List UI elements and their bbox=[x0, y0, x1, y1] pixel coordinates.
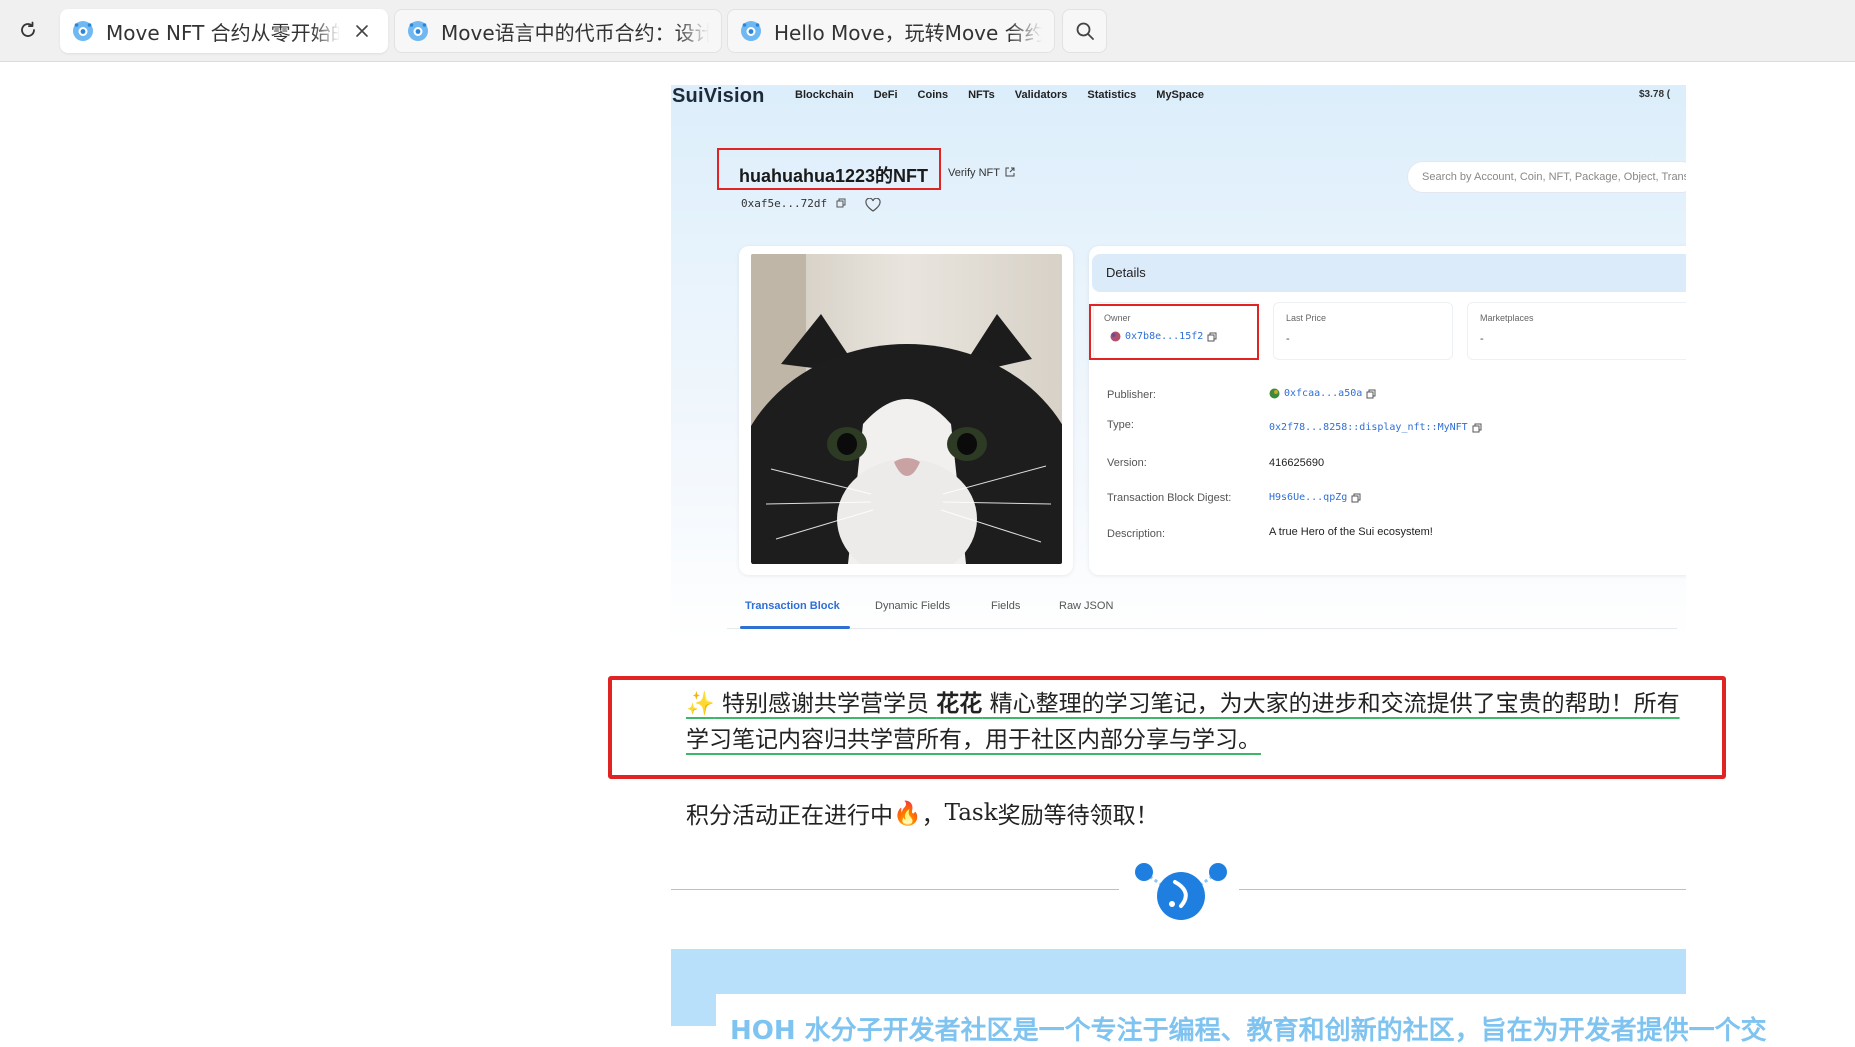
reload-icon[interactable] bbox=[12, 14, 44, 46]
copy-icon bbox=[836, 198, 846, 208]
last-price-value: - bbox=[1286, 333, 1290, 345]
object-id: 0xaf5e...72df bbox=[741, 197, 846, 210]
site-favicon-icon bbox=[407, 20, 429, 42]
tab-inactive[interactable]: Move语言中的代币合约：设计和实 bbox=[394, 9, 722, 53]
type-label: Type: bbox=[1107, 419, 1134, 431]
fire-icon: 🔥 bbox=[893, 800, 922, 827]
type-address: 0x2f78...8258::display_nft::MyNFT bbox=[1269, 422, 1468, 433]
tx-digest-value: H9s6Ue...qpZg bbox=[1269, 492, 1361, 503]
object-tabs: Transaction Block Dynamic Fields Fields … bbox=[745, 600, 1113, 612]
tab-title: Hello Move，玩转Move 合约开发 bbox=[774, 20, 1042, 45]
points-task: Task bbox=[944, 800, 998, 826]
points-separator: ， bbox=[921, 803, 945, 829]
sparkles-icon: ✨ bbox=[686, 691, 715, 717]
version-value: 416625690 bbox=[1269, 457, 1325, 469]
nav-coins: Coins bbox=[917, 89, 949, 101]
description-value: A true Hero of the Sui ecosystem! bbox=[1269, 526, 1433, 538]
section-divider-left bbox=[671, 889, 1119, 890]
tab-dynamic-fields: Dynamic Fields bbox=[875, 600, 951, 612]
owner-address: 0x7b8e...15f2 bbox=[1110, 331, 1217, 342]
tab-fields: Fields bbox=[991, 600, 1021, 612]
details-header: Details bbox=[1092, 254, 1686, 292]
publisher-value: 0xfcaa...a50a bbox=[1269, 388, 1376, 399]
site-favicon-icon bbox=[740, 20, 762, 42]
browser-tab-bar: Move NFT 合约从零开始的实 Move语言中的代币合约：设计和实 Hell… bbox=[0, 0, 1855, 62]
tab-active[interactable]: Move NFT 合约从零开始的实 bbox=[60, 9, 388, 53]
tx-digest: H9s6Ue...qpZg bbox=[1269, 492, 1348, 503]
suivision-nav: Blockchain DeFi Coins NFTs Validators St… bbox=[795, 89, 1204, 101]
active-tab-indicator bbox=[740, 626, 850, 629]
owner-address-value: 0x7b8e...15f2 bbox=[1125, 331, 1204, 342]
copy-icon bbox=[1472, 423, 1482, 432]
publisher-address: 0xfcaa...a50a bbox=[1284, 388, 1363, 399]
tabs-divider bbox=[727, 628, 1677, 629]
nav-defi: DeFi bbox=[873, 89, 898, 101]
suivision-logo: SuiVision bbox=[672, 85, 765, 107]
points-before: 积分活动正在进行中 bbox=[686, 803, 893, 829]
thanks-paragraph: ✨ 特别感谢共学营学员 花花 精心整理的学习笔记，为大家的进步和交流提供了宝贵的… bbox=[686, 686, 1686, 758]
publisher-avatar-icon bbox=[1269, 388, 1280, 399]
water-molecule-logo-icon bbox=[1135, 863, 1227, 920]
section-divider-right bbox=[1239, 889, 1686, 890]
thanks-underlined-text: ✨ 特别感谢共学营学员 花花 精心整理的学习笔记，为大家的进步和交流提供了宝贵的… bbox=[686, 691, 1680, 753]
community-banner-text: HOH 水分子开发者社区是一个专注于编程、教育和创新的社区，旨在为开发者提供一个… bbox=[730, 1016, 1767, 1046]
type-value: 0x2f78...8258::display_nft::MyNFT bbox=[1269, 422, 1482, 433]
tab-title: Move语言中的代币合约：设计和实 bbox=[441, 20, 709, 45]
suivision-search: Search by Account, Coin, NFT, Package, O… bbox=[1407, 161, 1686, 193]
tab-search-icon[interactable] bbox=[1062, 9, 1107, 53]
nft-title: huahuahua1223的NFT bbox=[739, 166, 929, 186]
points-paragraph: 积分活动正在进行中 🔥 ， Task 奖励等待领取！ bbox=[686, 796, 1159, 830]
marketplaces-label: Marketplaces bbox=[1480, 313, 1534, 323]
sui-price: $3.78 ( bbox=[1639, 89, 1671, 100]
copy-icon bbox=[1207, 332, 1217, 341]
close-icon[interactable] bbox=[348, 17, 376, 45]
external-link-icon bbox=[1005, 167, 1015, 177]
owner-label: Owner bbox=[1104, 313, 1131, 323]
nft-cat-image bbox=[751, 254, 1062, 564]
nav-nfts: NFTs bbox=[968, 89, 995, 101]
site-favicon-icon bbox=[72, 20, 94, 42]
nav-statistics: Statistics bbox=[1087, 89, 1137, 101]
tab-transaction-block: Transaction Block bbox=[745, 600, 840, 612]
nav-validators: Validators bbox=[1014, 89, 1068, 101]
tab-inactive[interactable]: Hello Move，玩转Move 合约开发 bbox=[727, 9, 1055, 53]
thanks-name: 花花 bbox=[936, 691, 983, 717]
thanks-before: 特别感谢共学营学员 bbox=[714, 691, 937, 717]
tab-title: Move NFT 合约从零开始的实 bbox=[106, 20, 340, 45]
verify-nft-label: Verify NFT bbox=[948, 167, 1000, 179]
nav-blockchain: Blockchain bbox=[795, 89, 854, 101]
tx-digest-label: Transaction Block Digest: bbox=[1107, 492, 1232, 504]
copy-icon bbox=[1351, 493, 1361, 502]
copy-icon bbox=[1366, 389, 1376, 398]
owner-avatar-icon bbox=[1110, 331, 1121, 342]
description-label: Description: bbox=[1107, 528, 1166, 540]
tab-raw-json: Raw JSON bbox=[1059, 600, 1114, 612]
version-label: Version: bbox=[1107, 457, 1147, 469]
points-after: 奖励等待领取！ bbox=[997, 803, 1159, 829]
last-price-card: Last Price - bbox=[1273, 302, 1453, 360]
publisher-label: Publisher: bbox=[1107, 389, 1156, 401]
marketplaces-value: - bbox=[1480, 333, 1484, 345]
suivision-screenshot: SuiVision Blockchain DeFi Coins NFTs Val… bbox=[671, 85, 1686, 640]
nav-myspace: MySpace bbox=[1156, 89, 1204, 101]
heart-icon bbox=[865, 198, 881, 212]
marketplaces-card: Marketplaces - bbox=[1467, 302, 1686, 360]
object-id-value: 0xaf5e...72df bbox=[741, 197, 828, 210]
last-price-label: Last Price bbox=[1286, 313, 1327, 323]
verify-nft-link: Verify NFT bbox=[948, 167, 1015, 179]
